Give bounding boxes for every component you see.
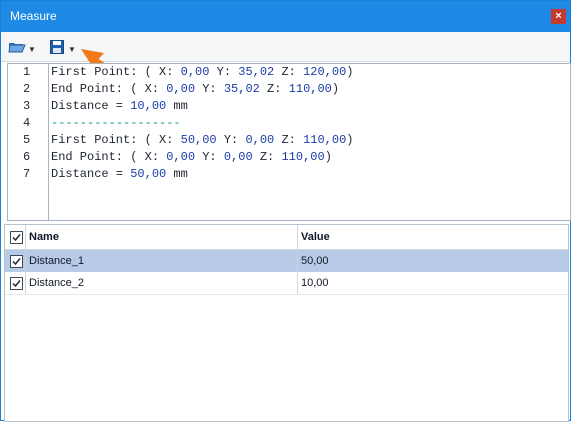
- table-row[interactable]: Distance_2 10,00: [5, 272, 568, 295]
- line-text: Distance = 50,00 mm: [51, 167, 188, 181]
- value-column-header[interactable]: Value: [301, 225, 330, 249]
- close-button[interactable]: ×: [551, 9, 566, 24]
- line-number: 2: [23, 82, 31, 96]
- column-divider: [297, 250, 298, 272]
- editor-line: 2 End Point: ( X: 0,00 Y: 35,02 Z: 110,0…: [8, 81, 568, 98]
- column-divider: [25, 225, 26, 249]
- measure-window: Measure × ▼ ▼ 1 First Point: (X: 0,00 Y…: [0, 0, 571, 422]
- column-divider: [25, 272, 26, 294]
- line-number: 3: [23, 99, 31, 113]
- value-cell: 50,00: [301, 255, 329, 267]
- table-header: Name Value: [5, 225, 568, 250]
- column-divider: [297, 225, 298, 249]
- column-divider: [25, 250, 26, 272]
- code-editor[interactable]: 1 First Point: ( X: 0,00 Y: 35,02 Z: 120…: [7, 63, 571, 221]
- open-dropdown-caret-icon[interactable]: ▼: [28, 45, 36, 54]
- name-cell: Distance_1: [29, 255, 85, 267]
- distance-table: Name Value Distance_1 50,00 Distance_2 1…: [4, 224, 569, 422]
- name-cell: Distance_2: [29, 277, 85, 289]
- editor-line: 5 First Point: ( X: 50,00 Y: 0,00 Z: 110…: [8, 132, 568, 149]
- name-column-header[interactable]: Name: [29, 225, 59, 249]
- editor-line: 4 ------------------: [8, 115, 568, 132]
- line-number: 7: [23, 167, 31, 181]
- line-text: First Point: ( X: 50,00 Y: 0,00 Z: 110,0…: [51, 133, 354, 147]
- column-divider: [297, 272, 298, 294]
- row-checkbox[interactable]: [10, 277, 23, 290]
- line-number: 1: [23, 65, 31, 79]
- folder-open-icon: [8, 43, 26, 53]
- title-bar: Measure ×: [1, 1, 570, 32]
- select-all-checkbox[interactable]: [10, 231, 23, 244]
- editor-line: 6 End Point: ( X: 0,00 Y: 0,00 Z: 110,00…: [8, 149, 568, 166]
- open-button[interactable]: ▼: [8, 38, 38, 56]
- line-text: First Point: ( X: 0,00 Y: 35,02 Z: 120,0…: [51, 65, 354, 79]
- editor-line: 1 First Point: ( X: 0,00 Y: 35,02 Z: 120…: [8, 64, 568, 81]
- line-number: 4: [23, 116, 31, 130]
- line-number: 6: [23, 150, 31, 164]
- line-number: 5: [23, 133, 31, 147]
- line-text: End Point: ( X: 0,00 Y: 0,00 Z: 110,00): [51, 150, 332, 164]
- line-text: Distance = 10,00 mm: [51, 99, 188, 113]
- editor-line: 3 Distance = 10,00 mm: [8, 98, 568, 115]
- line-text: ------------------: [51, 116, 181, 130]
- save-icon: [50, 40, 64, 54]
- row-checkbox[interactable]: [10, 255, 23, 268]
- line-text: End Point: ( X: 0,00 Y: 35,02 Z: 110,00): [51, 82, 340, 96]
- value-cell: 10,00: [301, 277, 329, 289]
- window-title: Measure: [10, 9, 57, 23]
- editor-line: 7 Distance = 50,00 mm: [8, 166, 568, 183]
- table-row[interactable]: Distance_1 50,00: [5, 250, 568, 273]
